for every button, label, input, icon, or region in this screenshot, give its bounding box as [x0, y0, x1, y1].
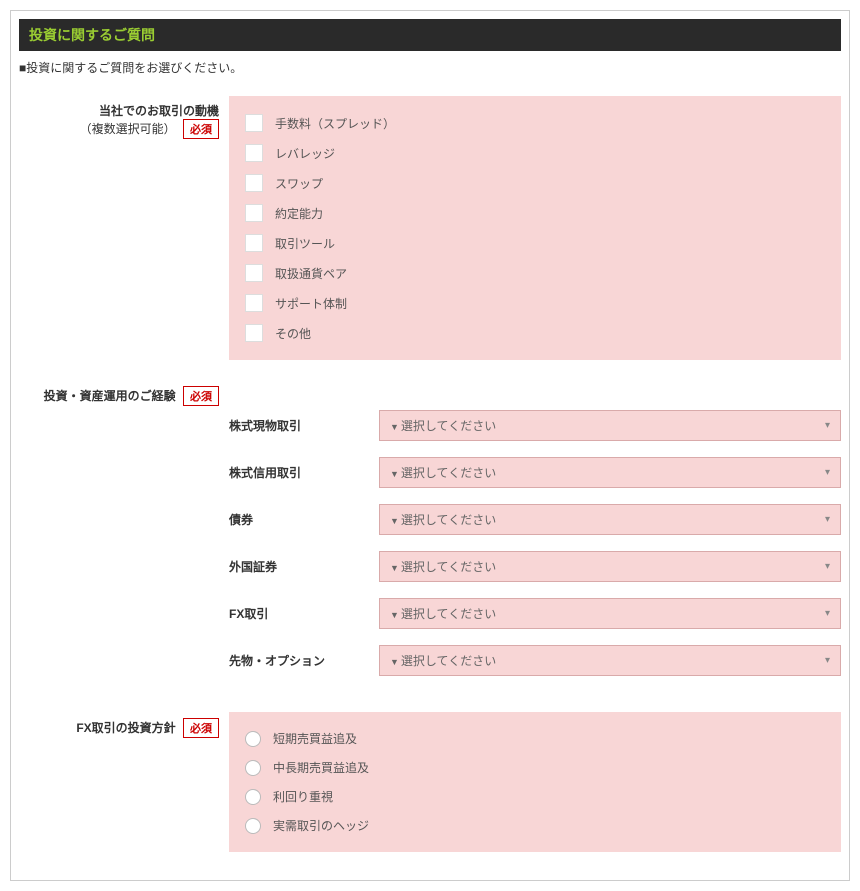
checkbox-item: その他: [245, 318, 825, 348]
experience-field-label: 株式現物取引: [229, 417, 379, 434]
experience-item: FX取引 選択してください: [229, 598, 841, 629]
checkbox-item: 手数料（スプレッド）: [245, 108, 825, 138]
checkbox-label: 手数料（スプレッド）: [275, 115, 395, 132]
checkbox-label: レバレッジ: [275, 145, 335, 162]
radio-mid-long-term[interactable]: [245, 760, 261, 776]
experience-item: 株式現物取引 選択してください: [229, 410, 841, 441]
experience-item: 債券 選択してください: [229, 504, 841, 535]
radio-item: 実需取引のヘッジ: [245, 811, 825, 840]
checkbox-support[interactable]: [245, 294, 263, 312]
checkbox-other[interactable]: [245, 324, 263, 342]
policy-label-col: FX取引の投資方針 必須: [19, 712, 229, 852]
radio-item: 短期売買益追及: [245, 724, 825, 753]
experience-item: 外国証券 選択してください: [229, 551, 841, 582]
required-badge: 必須: [183, 119, 219, 139]
select-placeholder: 選択してください: [390, 511, 496, 528]
motivation-label: 当社でのお取引の動機 （複数選択可能） 必須: [19, 96, 229, 360]
checkbox-item: レバレッジ: [245, 138, 825, 168]
select-placeholder: 選択してください: [390, 605, 496, 622]
motivation-panel: 手数料（スプレッド） レバレッジ スワップ 約定能力 取引ツール: [229, 96, 841, 360]
section-header: 投資に関するご質問: [19, 19, 841, 51]
checkbox-item: サポート体制: [245, 288, 825, 318]
checkbox-label: スワップ: [275, 175, 323, 192]
select-placeholder: 選択してください: [390, 417, 496, 434]
radio-hedge[interactable]: [245, 818, 261, 834]
checkbox-swap[interactable]: [245, 174, 263, 192]
select-placeholder: 選択してください: [390, 464, 496, 481]
experience-field-label: 株式信用取引: [229, 464, 379, 481]
select-placeholder: 選択してください: [390, 558, 496, 575]
select-stock-spot[interactable]: 選択してください: [379, 410, 841, 441]
checkbox-label: 取扱通貨ペア: [275, 265, 347, 282]
radio-short-term[interactable]: [245, 731, 261, 747]
checkbox-label: その他: [275, 325, 311, 342]
section-title: 投資に関するご質問: [29, 27, 155, 43]
radio-item: 利回り重視: [245, 782, 825, 811]
required-badge: 必須: [183, 386, 219, 406]
policy-row: FX取引の投資方針 必須 短期売買益追及 中長期売買益追及 利回り重視: [19, 712, 841, 852]
policy-panel: 短期売買益追及 中長期売買益追及 利回り重視 実需取引のヘッジ: [229, 712, 841, 852]
radio-label: 利回り重視: [273, 788, 333, 805]
experience-field-label: 債券: [229, 511, 379, 528]
select-placeholder: 選択してください: [390, 652, 496, 669]
experience-row: 投資・資産運用のご経験 必須 株式現物取引 選択してください 株式信用取引 選択…: [19, 380, 841, 692]
radio-yield[interactable]: [245, 789, 261, 805]
experience-label-col: 投資・資産運用のご経験 必須: [19, 380, 229, 692]
select-futures-options[interactable]: 選択してください: [379, 645, 841, 676]
checkbox-item: 取扱通貨ペア: [245, 258, 825, 288]
radio-label: 短期売買益追及: [273, 730, 357, 747]
motivation-input-col: 手数料（スプレッド） レバレッジ スワップ 約定能力 取引ツール: [229, 96, 841, 360]
checkbox-leverage[interactable]: [245, 144, 263, 162]
experience-item: 先物・オプション 選択してください: [229, 645, 841, 676]
select-fx[interactable]: 選択してください: [379, 598, 841, 629]
required-badge: 必須: [183, 718, 219, 738]
select-stock-margin[interactable]: 選択してください: [379, 457, 841, 488]
radio-label: 実需取引のヘッジ: [273, 817, 369, 834]
checkbox-item: スワップ: [245, 168, 825, 198]
checkbox-currency-pairs[interactable]: [245, 264, 263, 282]
experience-label: 投資・資産運用のご経験: [44, 389, 176, 403]
motivation-row: 当社でのお取引の動機 （複数選択可能） 必須 手数料（スプレッド） レバレッジ …: [19, 96, 841, 360]
experience-field-label: 外国証券: [229, 558, 379, 575]
checkbox-item: 取引ツール: [245, 228, 825, 258]
select-bonds[interactable]: 選択してください: [379, 504, 841, 535]
experience-field-label: 先物・オプション: [229, 652, 379, 669]
checkbox-label: 取引ツール: [275, 235, 335, 252]
experience-field-label: FX取引: [229, 605, 379, 622]
radio-item: 中長期売買益追及: [245, 753, 825, 782]
checkbox-execution[interactable]: [245, 204, 263, 222]
radio-label: 中長期売買益追及: [273, 759, 369, 776]
policy-input-col: 短期売買益追及 中長期売買益追及 利回り重視 実需取引のヘッジ: [229, 712, 841, 852]
form-container: 投資に関するご質問 ■投資に関するご質問をお選びください。 当社でのお取引の動機…: [10, 10, 850, 881]
motivation-label-line2: （複数選択可能）: [80, 122, 176, 136]
checkbox-tools[interactable]: [245, 234, 263, 252]
policy-label: FX取引の投資方針: [76, 721, 175, 735]
section-subtext: ■投資に関するご質問をお選びください。: [19, 51, 841, 96]
select-foreign-securities[interactable]: 選択してください: [379, 551, 841, 582]
checkbox-item: 約定能力: [245, 198, 825, 228]
motivation-label-line1: 当社でのお取引の動機: [99, 104, 219, 118]
experience-item: 株式信用取引 選択してください: [229, 457, 841, 488]
checkbox-label: サポート体制: [275, 295, 347, 312]
experience-grid: 株式現物取引 選択してください 株式信用取引 選択してください 債券 選択してく…: [229, 410, 841, 676]
checkbox-fee[interactable]: [245, 114, 263, 132]
experience-input-col: 株式現物取引 選択してください 株式信用取引 選択してください 債券 選択してく…: [229, 380, 841, 692]
checkbox-label: 約定能力: [275, 205, 323, 222]
